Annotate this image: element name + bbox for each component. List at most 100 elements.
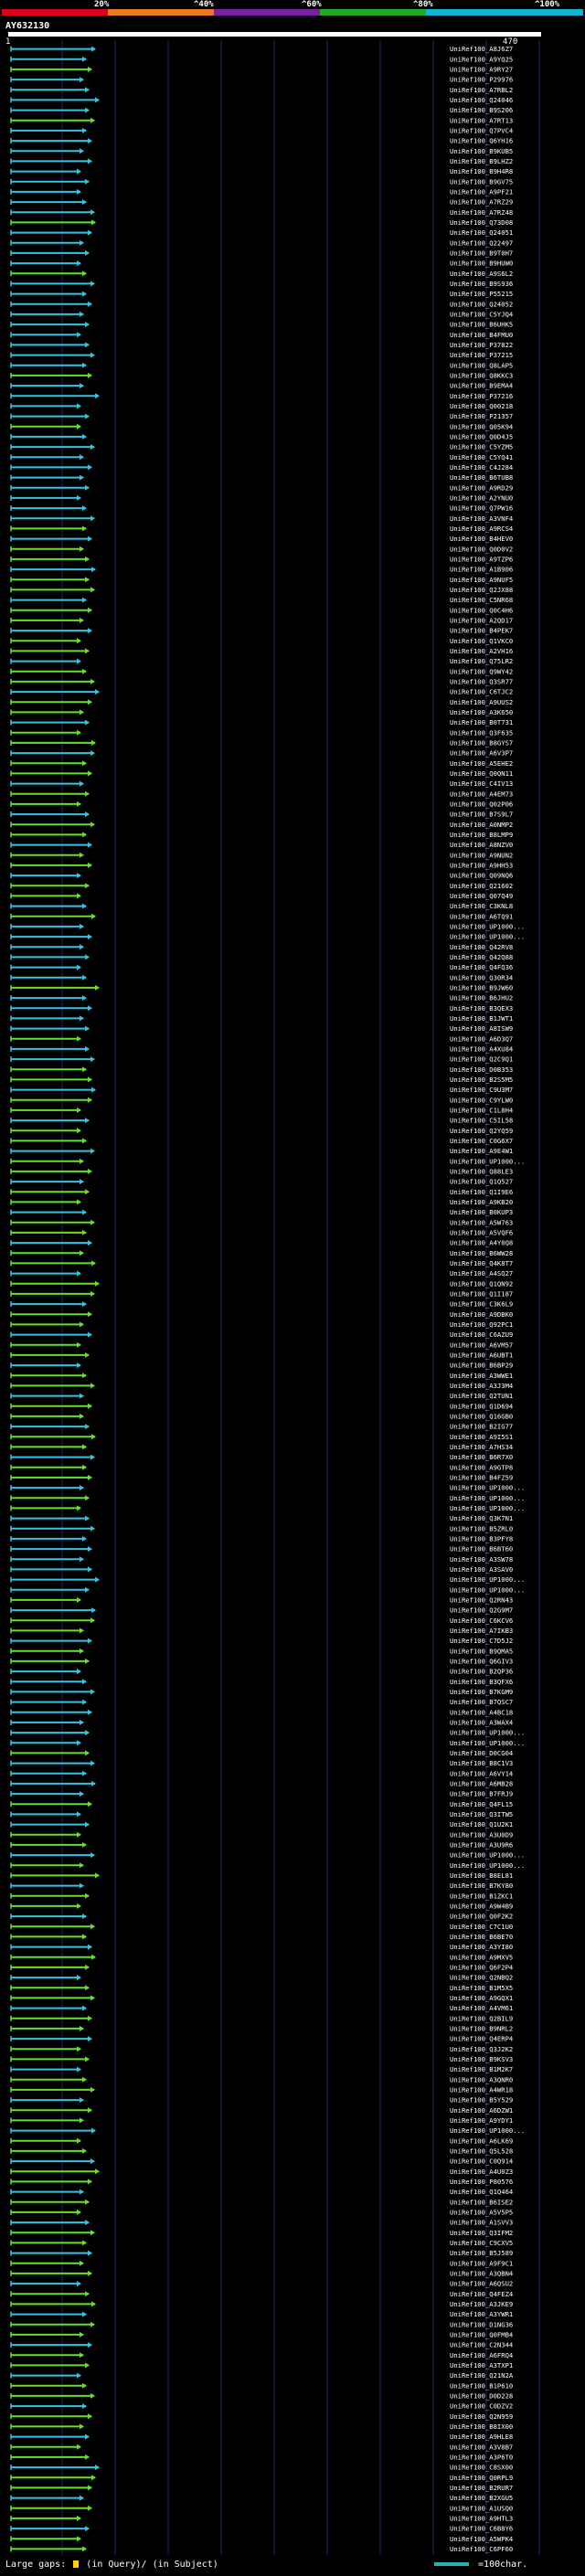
hit-row[interactable]: UniRef100_C5NR68 <box>10 596 513 604</box>
hit-label[interactable]: UniRef100_C4J284 <box>450 463 513 472</box>
hit-label[interactable]: UniRef100_B1M5X5 <box>450 1984 513 1992</box>
hit-row[interactable]: UniRef100_A9GTP8 <box>10 1463 513 1471</box>
hit-row[interactable]: UniRef100_B4FMU0 <box>10 331 513 339</box>
hit-row[interactable]: UniRef100_Q02P06 <box>10 800 513 809</box>
hit-row[interactable]: UniRef100_Q0QN11 <box>10 769 513 778</box>
hit-label[interactable]: UniRef100_Q4FEZ4 <box>450 2290 513 2298</box>
hit-label[interactable]: UniRef100_Q6YH16 <box>450 137 513 145</box>
hit-row[interactable]: UniRef100_UP1000... <box>10 923 525 931</box>
hit-label[interactable]: UniRef100_A9HLE8 <box>450 2433 513 2441</box>
hit-row[interactable]: UniRef100_A3YWR1 <box>10 2310 513 2318</box>
hit-row[interactable]: UniRef100_B9HUW0 <box>10 260 513 268</box>
hit-label[interactable]: UniRef100_Q16GB0 <box>450 1413 513 1421</box>
hit-row[interactable]: UniRef100_A3JKE9 <box>10 2300 513 2308</box>
hit-label[interactable]: UniRef100_A9YDY1 <box>450 2116 513 2125</box>
hit-label[interactable]: UniRef100_C6AZU9 <box>450 1330 513 1339</box>
hit-row[interactable]: UniRef100_A6DZW1 <box>10 2106 513 2115</box>
hit-row[interactable]: UniRef100_B9JW60 <box>10 984 513 992</box>
hit-row[interactable]: UniRef100_Q3F635 <box>10 728 513 737</box>
hit-label[interactable]: UniRef100_A7RZ48 <box>450 208 513 217</box>
hit-row[interactable]: UniRef100_Q3ITW5 <box>10 1810 513 1818</box>
hit-row[interactable]: UniRef100_A9F9C1 <box>10 2259 513 2267</box>
hit-row[interactable]: UniRef100_UP1000... <box>10 1484 525 1492</box>
hit-label[interactable]: UniRef100_B7FRJ9 <box>450 1790 513 1798</box>
hit-label[interactable]: UniRef100_Q2G9M7 <box>450 1606 513 1615</box>
hit-label[interactable]: UniRef100_B7KGM9 <box>450 1688 513 1696</box>
hit-label[interactable]: UniRef100_A9F9C1 <box>450 2259 513 2267</box>
hit-row[interactable]: UniRef100_C6KCV6 <box>10 1617 513 1625</box>
hit-label[interactable]: UniRef100_Q1VKC0 <box>450 637 513 645</box>
hit-label[interactable]: UniRef100_C6PF60 <box>450 2545 513 2553</box>
hit-label[interactable]: UniRef100_UP1000... <box>450 1504 525 1512</box>
hit-row[interactable]: UniRef100_B4PEK7 <box>10 627 513 635</box>
hit-label[interactable]: UniRef100_B4FMU0 <box>450 331 513 339</box>
hit-row[interactable]: UniRef100_A7RZ29 <box>10 198 513 207</box>
hit-row[interactable]: UniRef100_B1M5X5 <box>10 1984 513 1992</box>
hit-label[interactable]: UniRef100_A8ISW9 <box>450 1024 513 1033</box>
hit-row[interactable]: UniRef100_B2XGU5 <box>10 2494 513 2502</box>
hit-row[interactable]: UniRef100_A5VQF6 <box>10 1229 513 1237</box>
hit-row[interactable]: UniRef100_Q2YQ59 <box>10 1127 513 1135</box>
hit-label[interactable]: UniRef100_A9W4B9 <box>450 1903 513 1911</box>
hit-row[interactable]: UniRef100_B9QMA5 <box>10 1647 513 1655</box>
hit-label[interactable]: UniRef100_Q30R34 <box>450 973 513 981</box>
hit-label[interactable]: UniRef100_A6MB28 <box>450 1780 513 1788</box>
hit-label[interactable]: UniRef100_A2YNU0 <box>450 494 513 503</box>
hit-row[interactable]: UniRef100_Q0RPL9 <box>10 2474 513 2482</box>
hit-row[interactable]: UniRef100_A7RBL2 <box>10 86 513 94</box>
hit-label[interactable]: UniRef100_B6R7X0 <box>450 1453 513 1461</box>
hit-label[interactable]: UniRef100_B3PFY8 <box>450 1535 513 1543</box>
hit-label[interactable]: UniRef100_B9T0H7 <box>450 249 513 258</box>
hit-label[interactable]: UniRef100_A3YWR1 <box>450 2310 513 2318</box>
hit-label[interactable]: UniRef100_B8GYS7 <box>450 739 513 747</box>
hit-row[interactable]: UniRef100_UP1000... <box>10 1585 525 1594</box>
hit-row[interactable]: UniRef100_C7D5J2 <box>10 1637 513 1645</box>
hit-label[interactable]: UniRef100_Q7PVC4 <box>450 127 513 135</box>
hit-row[interactable]: UniRef100_A3WAX4 <box>10 1719 513 1727</box>
hit-label[interactable]: UniRef100_D0CG04 <box>450 1749 513 1757</box>
hit-row[interactable]: UniRef100_A9RCS4 <box>10 525 513 533</box>
hit-row[interactable]: UniRef100_A4U0Z3 <box>10 2168 513 2176</box>
hit-row[interactable]: UniRef100_A2QD17 <box>10 617 513 625</box>
hit-row[interactable]: UniRef100_A9HH53 <box>10 862 513 870</box>
hit-row[interactable]: UniRef100_B3QFX6 <box>10 1678 513 1686</box>
hit-label[interactable]: UniRef100_A6VM57 <box>450 1341 513 1349</box>
hit-row[interactable]: UniRef100_A6MB28 <box>10 1780 513 1788</box>
hit-row[interactable]: UniRef100_Q22497 <box>10 239 513 247</box>
hit-label[interactable]: UniRef100_UP1000... <box>450 1484 525 1492</box>
hit-row[interactable]: UniRef100_UP1000... <box>10 1729 525 1737</box>
hit-row[interactable]: UniRef100_C0G6X7 <box>10 1137 513 1145</box>
hit-row[interactable]: UniRef100_A5EHE2 <box>10 759 513 768</box>
hit-label[interactable]: UniRef100_A4VM61 <box>450 2004 513 2012</box>
hit-label[interactable]: UniRef100_A4EM73 <box>450 790 513 798</box>
hit-row[interactable]: UniRef100_B0KUP3 <box>10 1208 513 1216</box>
hit-label[interactable]: UniRef100_Q02P06 <box>450 800 513 809</box>
hit-label[interactable]: UniRef100_A3WAX4 <box>450 1719 513 1727</box>
hit-label[interactable]: UniRef100_P37215 <box>450 351 513 359</box>
hit-row[interactable]: UniRef100_A9YDY1 <box>10 2116 513 2125</box>
hit-row[interactable]: UniRef100_Q2N959 <box>10 2412 513 2421</box>
hit-label[interactable]: UniRef100_B1ZKC1 <box>450 1892 513 1900</box>
hit-label[interactable]: UniRef100_C3KNL8 <box>450 902 513 910</box>
hit-row[interactable]: UniRef100_Q7PVC4 <box>10 127 513 135</box>
hit-row[interactable]: UniRef100_UP1000... <box>10 2126 525 2135</box>
hit-label[interactable]: UniRef100_C8SX00 <box>450 2464 513 2472</box>
hit-row[interactable]: UniRef100_A4BC18 <box>10 1708 513 1716</box>
hit-row[interactable]: UniRef100_Q8LAP5 <box>10 361 513 369</box>
hit-label[interactable]: UniRef100_P55215 <box>450 290 513 298</box>
hit-row[interactable]: UniRef100_B6UHK5 <box>10 321 513 329</box>
hit-label[interactable]: UniRef100_B9KSV3 <box>450 2055 513 2063</box>
hit-row[interactable]: UniRef100_B6WW28 <box>10 1249 513 1257</box>
hit-label[interactable]: UniRef100_Q0D4J5 <box>450 433 513 441</box>
hit-label[interactable]: UniRef100_Q5L528 <box>450 2147 513 2156</box>
hit-row[interactable]: UniRef100_C7C1U0 <box>10 1923 513 1931</box>
hit-row[interactable]: UniRef100_B9GV75 <box>10 177 513 186</box>
hit-row[interactable]: UniRef100_B9H4R8 <box>10 167 513 175</box>
hit-row[interactable]: UniRef100_A6TQ91 <box>10 912 513 920</box>
hit-row[interactable]: UniRef100_A6QSU2 <box>10 2280 513 2288</box>
hit-label[interactable]: UniRef100_Q42Q88 <box>450 953 513 961</box>
hit-label[interactable]: UniRef100_A3K650 <box>450 708 513 716</box>
hit-label[interactable]: UniRef100_C5YJQ4 <box>450 311 513 319</box>
hit-label[interactable]: UniRef100_B1M2K7 <box>450 2065 513 2073</box>
hit-row[interactable]: UniRef100_A7RZ48 <box>10 208 513 217</box>
